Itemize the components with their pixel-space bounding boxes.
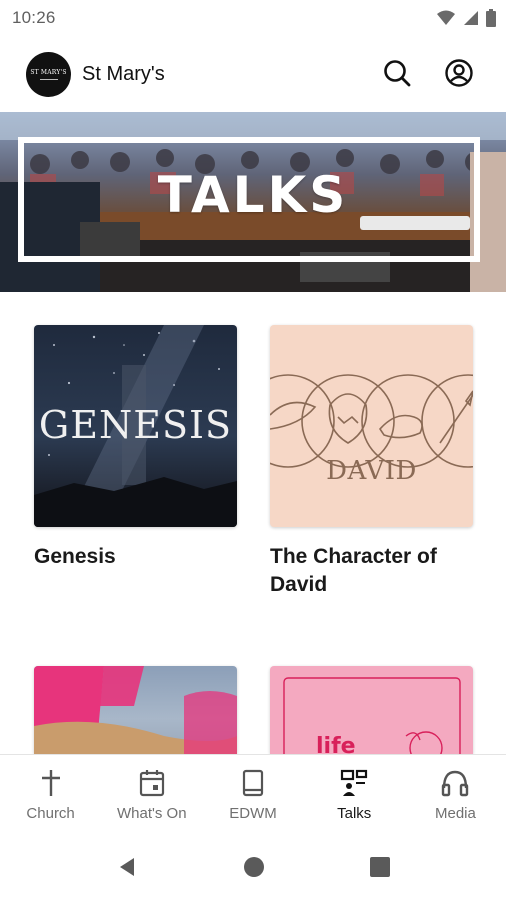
nav-item-talks[interactable]: Talks [304, 755, 405, 832]
recents-button[interactable] [367, 854, 393, 880]
home-button[interactable] [241, 854, 267, 880]
series-cover-text: DAVID [326, 456, 417, 486]
series-card-david[interactable]: DAVID The Character of David [270, 325, 473, 599]
banner-title: TALKS [157, 166, 349, 224]
calendar-icon [138, 767, 166, 799]
nav-item-media[interactable]: Media [405, 755, 506, 832]
nav-label: Media [434, 805, 476, 822]
talks-banner: TALKS [0, 112, 506, 292]
cross-icon [39, 767, 63, 799]
back-icon [120, 858, 134, 876]
battery-icon [486, 9, 496, 27]
logo-text: ST MARY'S [30, 69, 67, 76]
series-cover-art [283, 677, 461, 754]
account-icon [445, 59, 473, 87]
bottom-navigation: Church What's On EDWM Talks Media [0, 754, 506, 832]
book-icon [240, 767, 266, 799]
back-button[interactable] [114, 854, 140, 880]
app-title: St Mary's [82, 63, 165, 85]
wifi-icon [437, 10, 455, 25]
recents-icon [370, 857, 390, 877]
nav-item-church[interactable]: Church [0, 755, 101, 832]
nav-item-whats-on[interactable]: What's On [101, 755, 202, 832]
nav-label: Church [26, 805, 75, 822]
series-cover-text: life [316, 734, 356, 754]
nav-item-edwm[interactable]: EDWM [202, 755, 303, 832]
david-illustration [270, 374, 473, 468]
nav-label: What's On [117, 805, 187, 822]
nav-label: Talks [337, 805, 372, 822]
search-button[interactable] [380, 56, 414, 90]
series-title[interactable]: The Character of David [270, 543, 473, 599]
series-title[interactable]: Genesis [34, 543, 237, 571]
church-logo[interactable]: ST MARY'S [26, 52, 71, 97]
series-cover-text: GENESIS [38, 403, 233, 447]
headphones-icon [440, 767, 470, 799]
system-navigation-bar [0, 832, 506, 900]
home-icon [244, 857, 264, 877]
series-cover[interactable]: life [270, 666, 473, 754]
series-cover-art [34, 666, 237, 754]
signal-icon [464, 11, 478, 25]
series-cover[interactable] [34, 666, 237, 754]
talks-icon [339, 767, 369, 799]
status-time: 10:26 [12, 8, 56, 27]
series-card[interactable]: life [270, 666, 473, 754]
series-cover-genesis[interactable]: GENESIS [34, 325, 237, 527]
account-button[interactable] [442, 56, 476, 90]
series-cover-david[interactable]: DAVID [270, 325, 473, 527]
nav-label: EDWM [229, 805, 277, 822]
status-icons [436, 9, 496, 27]
search-icon [384, 60, 411, 87]
status-bar: 10:26 [0, 0, 506, 36]
series-card[interactable] [34, 666, 237, 754]
logo-divider [39, 79, 58, 80]
app-bar: ST MARY'S St Mary's [0, 36, 506, 112]
series-card-genesis[interactable]: GENESIS Genesis [34, 325, 237, 571]
